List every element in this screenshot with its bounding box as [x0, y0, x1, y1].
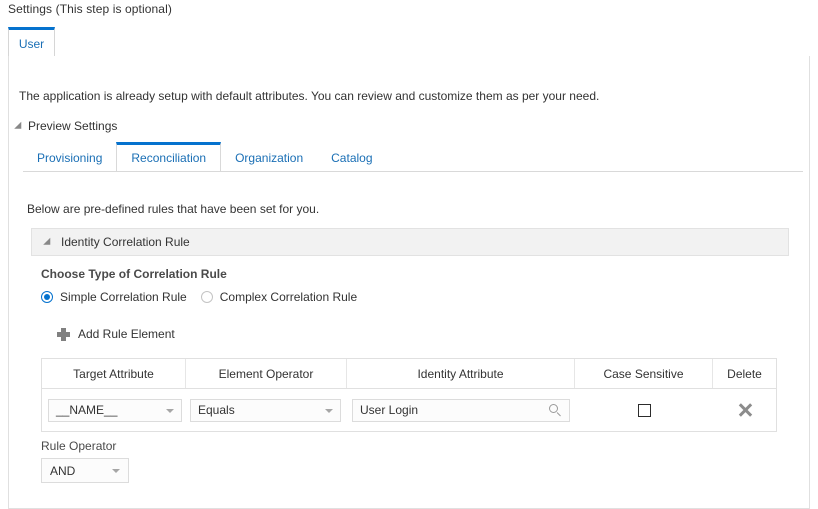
section-note: Below are pre-defined rules that have be…: [27, 202, 320, 216]
identity-attribute-input[interactable]: User Login: [352, 398, 570, 422]
top-tabstrip: User: [8, 27, 810, 57]
search-icon[interactable]: [549, 403, 563, 418]
radio-selected-icon: [41, 291, 53, 303]
target-attribute-select[interactable]: __NAME__: [48, 398, 182, 422]
column-header-target-attribute: Target Attribute: [42, 359, 186, 388]
rule-operator-select[interactable]: AND: [41, 458, 129, 483]
choose-correlation-type-label: Choose Type of Correlation Rule: [41, 267, 227, 281]
triangle-collapse-icon: [14, 121, 25, 132]
radio-complex-correlation-rule-label: Complex Correlation Rule: [219, 290, 358, 304]
cell-target-attribute: __NAME__: [42, 389, 186, 431]
chevron-down-icon: [325, 408, 333, 413]
column-header-delete: Delete: [727, 366, 762, 381]
tab-provisioning-label: Provisioning: [37, 151, 103, 165]
cell-delete: [713, 389, 776, 431]
tab-reconciliation[interactable]: Reconciliation: [116, 142, 222, 171]
chevron-down-icon: [166, 408, 174, 413]
triangle-collapse-icon: [43, 237, 54, 248]
radio-complex-correlation-rule[interactable]: Complex Correlation Rule: [200, 290, 358, 304]
tab-user[interactable]: User: [8, 27, 55, 57]
close-x-icon[interactable]: [738, 403, 752, 417]
inner-tabstrip: Provisioning Reconciliation Organization…: [23, 142, 803, 172]
tab-user-label: User: [18, 36, 45, 51]
radio-simple-correlation-rule[interactable]: Simple Correlation Rule: [41, 290, 187, 304]
identity-correlation-rule-label: Identity Correlation Rule: [61, 235, 190, 249]
add-rule-element-label: Add Rule Element: [78, 327, 175, 341]
tab-catalog-label: Catalog: [331, 151, 373, 165]
tab-catalog[interactable]: Catalog: [317, 142, 386, 171]
rules-table: Target Attribute Element Operator Identi…: [41, 358, 777, 432]
column-header-element-operator: Element Operator: [186, 359, 347, 388]
plus-icon: [57, 327, 70, 341]
content-panel: The application is already setup with de…: [8, 56, 810, 509]
identity-attribute-value: User Login: [360, 403, 419, 417]
cell-case-sensitive: [575, 389, 713, 431]
radio-unselected-icon: [200, 291, 213, 303]
tab-reconciliation-label: Reconciliation: [131, 151, 207, 165]
table-header-row: Target Attribute Element Operator Identi…: [42, 359, 776, 389]
column-header-identity-attribute: Identity Attribute: [347, 359, 575, 388]
chevron-down-icon: [112, 469, 120, 473]
tab-organization-label: Organization: [235, 151, 304, 165]
tab-provisioning[interactable]: Provisioning: [23, 142, 116, 171]
tab-organization[interactable]: Organization: [221, 142, 317, 171]
element-operator-select[interactable]: Equals: [190, 398, 341, 422]
cell-element-operator: Equals: [186, 389, 347, 431]
intro-text: The application is already setup with de…: [19, 89, 600, 103]
preview-settings-label: Preview Settings: [28, 119, 118, 133]
identity-correlation-rule-header[interactable]: Identity Correlation Rule: [31, 228, 789, 256]
cell-identity-attribute: User Login: [347, 389, 575, 431]
column-header-case-sensitive: Case Sensitive: [575, 359, 713, 388]
radio-simple-correlation-rule-label: Simple Correlation Rule: [60, 290, 187, 304]
preview-settings-disclosure[interactable]: Preview Settings: [14, 119, 118, 133]
target-attribute-value: __NAME__: [56, 403, 118, 417]
rule-operator-value: AND: [50, 463, 76, 478]
element-operator-value: Equals: [198, 403, 235, 417]
case-sensitive-checkbox[interactable]: [637, 403, 651, 417]
correlation-type-radio-group: Simple Correlation Rule Complex Correlat…: [41, 288, 371, 306]
table-row: __NAME__ Equals User Login: [42, 389, 776, 431]
page-title: Settings (This step is optional): [8, 2, 172, 16]
add-rule-element-button[interactable]: Add Rule Element: [57, 327, 175, 341]
rule-operator-label: Rule Operator: [41, 439, 117, 453]
